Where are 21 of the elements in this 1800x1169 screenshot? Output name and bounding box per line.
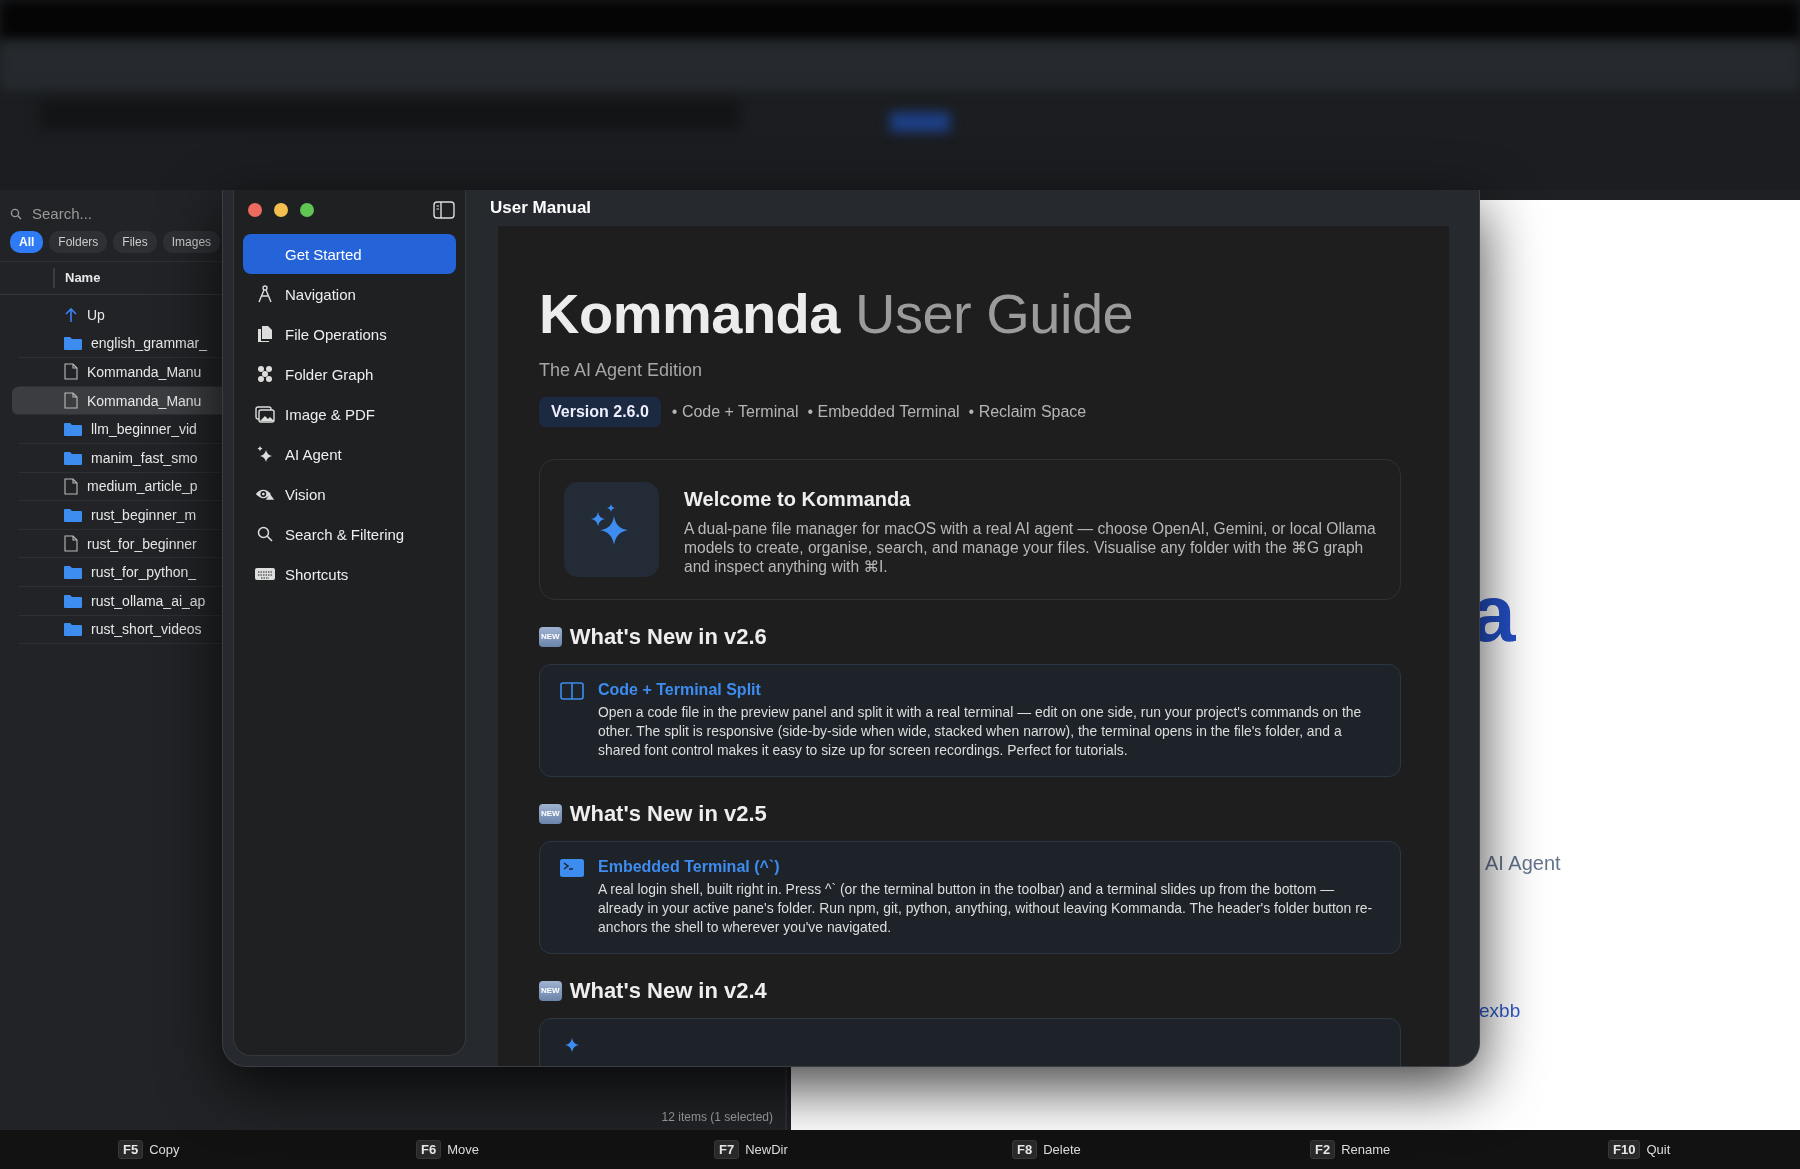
section-heading: What's New in v2.6	[569, 624, 767, 650]
window-title: User Manual	[490, 198, 592, 218]
feature-text: A real login shell, built right in. Press ^` (or the terminal button in the toolbar) and a terminal slides up from the bottom — already in your active pane's folder. Run npm, git, python, anything, without leaving Kommanda. The header's folder button re-anchors the shell to wherever you've navigated.	[598, 880, 1374, 937]
feature-text: Open a code file in the preview panel and split it with a real terminal — edit on one side, run your project's commands on the other. The split is responsive (side-by-side when wide, stacked when narrow), the terminal opens in the file's folder, and a shared font control makes it easy to size up for screen recordings. Perfect for tutorials.	[598, 703, 1363, 760]
new-badge: NEW	[539, 804, 562, 824]
feature-title: Embedded Terminal (^`)	[598, 858, 781, 876]
new-badge: NEW	[539, 627, 562, 647]
version-badge: Version 2.6.0	[539, 397, 661, 427]
section-heading: What's New in v2.4	[569, 978, 767, 1004]
highlight-tag: • Reclaim Space	[968, 403, 1087, 421]
item-count: 12 items (1 selected)	[661, 1110, 774, 1126]
section-heading: What's New in v2.5	[569, 801, 767, 827]
card-text: A dual-pane file manager for macOS with a real AI agent — choose OpenAI, Gemini, or local Ollama models to create, organise, search, and manage your files. Visualise any folder with the ⌘G graph and inspect anything with ⌘I.	[684, 519, 1376, 576]
guide-title: Kommanda User Guide	[539, 282, 1135, 346]
subtitle: The AI Agent Edition	[539, 360, 704, 381]
new-badge: NEW	[539, 981, 562, 1001]
subtitle-fragment: AI Agent	[1485, 852, 1561, 875]
feature-title: Code + Terminal Split	[598, 681, 762, 699]
highlight-tag: • Embedded Terminal	[807, 403, 960, 421]
card-title: Welcome to Kommanda	[684, 488, 912, 511]
highlight-tag: • Code + Terminal	[671, 403, 799, 421]
